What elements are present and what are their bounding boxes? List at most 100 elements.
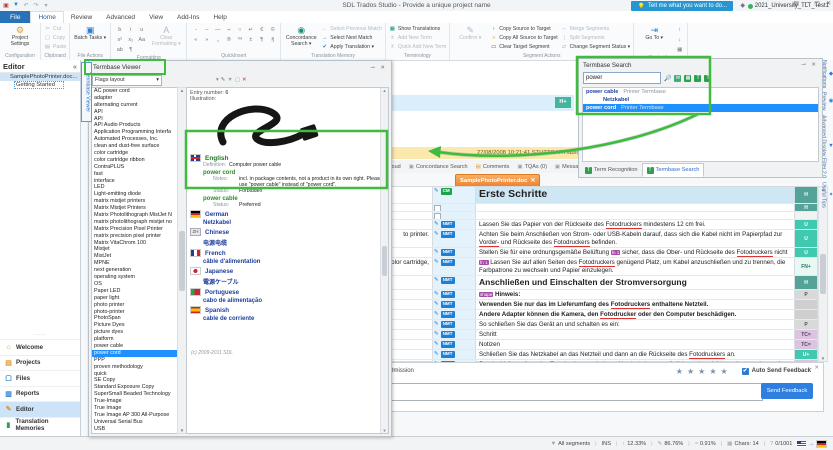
- sidebar-item-translation-memories[interactable]: ▮Translation Memories: [0, 417, 80, 433]
- target-cell[interactable]: Achten Sie beim Anschließen von Strom- o…: [476, 230, 794, 247]
- auto-send-checkbox[interactable]: ✔Auto Send Feedback: [742, 368, 811, 375]
- send-feedback-button[interactable]: Send Feedback: [761, 383, 813, 399]
- term-list-item[interactable]: Light-emitting diode: [92, 191, 178, 198]
- tell-me-box[interactable]: 💡Tell me what you want to do...: [631, 1, 733, 11]
- save-entry-icon[interactable]: ▼: [227, 77, 232, 83]
- term-list-item[interactable]: Paper LED: [92, 288, 178, 295]
- go-to-button[interactable]: ⇥Go To ▾: [637, 24, 671, 42]
- termbase-search-input[interactable]: power: [583, 72, 661, 84]
- term-list-item[interactable]: MistJet: [92, 253, 178, 260]
- search-result-row[interactable]: power cablePrinter Termbase: [583, 88, 818, 96]
- ribbon-tab-view[interactable]: View: [142, 11, 170, 23]
- quick-icon-button[interactable]: b: [114, 25, 125, 35]
- sidebar-item-editor[interactable]: ✎Editor: [0, 401, 80, 417]
- delete-entry-icon[interactable]: ✕: [242, 77, 247, 83]
- term-list-item[interactable]: True Image: [92, 405, 178, 412]
- close-doc-icon[interactable]: ✕: [530, 178, 535, 184]
- entry-term[interactable]: cable de corriente: [203, 316, 388, 322]
- quick-icon-button[interactable]: ↓: [674, 35, 685, 45]
- target-cell[interactable]: Andere Adapter können die Kamera, den Fo…: [476, 310, 794, 319]
- layout-combo[interactable]: Flags layout▾: [92, 75, 162, 86]
- entry-term[interactable]: câble d'alimentation: [203, 259, 388, 265]
- quick-icon-button[interactable]: „: [212, 35, 223, 45]
- apply-translation-button[interactable]: ✔Apply Translation ▾: [321, 43, 382, 51]
- panel-pin-close-icons[interactable]: ⊸ ✕: [801, 62, 818, 68]
- term-list-item[interactable]: API: [92, 116, 178, 123]
- quick-icon-button[interactable]: ©: [267, 25, 278, 35]
- term-list-item[interactable]: ContraPLUS: [92, 164, 178, 171]
- clear-formatting-button[interactable]: AClear Formatting ▾: [149, 24, 183, 47]
- term-list-item[interactable]: Automated Processes, Inc.: [92, 136, 178, 143]
- split-segments-button[interactable]: ¦Split Segments: [561, 34, 631, 42]
- quick-icon-button[interactable]: ○: [234, 25, 245, 35]
- entry-term[interactable]: Netzkabel: [203, 220, 388, 226]
- ribbon-tab-advanced[interactable]: Advanced: [99, 11, 142, 23]
- term-list-item[interactable]: Matrix VitaChrom 100: [92, 240, 178, 247]
- target-cell[interactable]: Notizen: [476, 340, 794, 349]
- copy-source-to-target-button[interactable]: ›Copy Source to Target: [490, 25, 557, 33]
- term-list-item[interactable]: photo-printer: [92, 309, 178, 316]
- term-list-item[interactable]: matrix precision pixel printer: [92, 233, 178, 240]
- term-list-item[interactable]: MPNE: [92, 260, 178, 267]
- confirm-button[interactable]: ✎Confirm ▾: [453, 24, 487, 42]
- quick-icon-button[interactable]: —: [212, 25, 223, 35]
- quick-icon-button[interactable]: ¬: [223, 25, 234, 35]
- cut-button[interactable]: ✂Cut: [44, 25, 66, 33]
- target-cell[interactable]: [476, 212, 794, 219]
- target-cell[interactable]: Anschließen und Einschalten der Stromver…: [476, 276, 794, 289]
- entry-scrollbar[interactable]: ▲▼: [380, 88, 388, 433]
- term-list-item[interactable]: PPP: [92, 357, 178, 364]
- tree-item-samplephotoprinter-doc-[interactable]: SamplePhotoPrinter.doc...: [0, 73, 80, 81]
- batch-tasks-button[interactable]: ▣Batch Tasks ▾: [73, 24, 107, 42]
- term-list-item[interactable]: power cable: [92, 343, 178, 350]
- entry-combo-icon[interactable]: ▾: [216, 77, 219, 83]
- term-list-item[interactable]: USB cable: [92, 433, 178, 434]
- target-cell[interactable]: Stellen Sie für eine ordnungsgemäße Belü…: [476, 248, 794, 257]
- term-list-item[interactable]: matrix photolithograph mistjet no: [92, 219, 178, 226]
- quick-icon-button[interactable]: x²: [114, 35, 125, 45]
- target-cell[interactable]: Erste Schritte: [476, 187, 794, 203]
- results-tab-comments[interactable]: ▤Comments: [472, 160, 514, 173]
- change-segment-status-button[interactable]: ▱Change Segment Status ▾: [561, 43, 631, 51]
- term-list-item[interactable]: USB: [92, 426, 178, 433]
- term-list-item[interactable]: Standard Exposure Copy: [92, 384, 178, 391]
- term-list-item[interactable]: power cord: [92, 350, 178, 357]
- term-list-item[interactable]: adapter: [92, 95, 178, 102]
- copy-button[interactable]: ▢Copy: [44, 34, 66, 42]
- copy-all-source-to-target-button[interactable]: »Copy All Source to Target: [490, 34, 557, 42]
- term-list-item[interactable]: interface: [92, 178, 178, 185]
- termbase-add-icon[interactable]: T: [694, 75, 701, 82]
- term-list-item[interactable]: API: [92, 109, 178, 116]
- term-list-item[interactable]: True-Image: [92, 398, 178, 405]
- feedback-pane-controls[interactable]: ⌄ ✕: [808, 365, 819, 371]
- term-list-item[interactable]: platform: [92, 336, 178, 343]
- edit-entry-icon[interactable]: ✎: [221, 77, 226, 83]
- quick-icon-button[interactable]: ±: [245, 35, 256, 45]
- term-list-item[interactable]: clean and dust-free surface: [92, 143, 178, 150]
- quick-icon-button[interactable]: u: [136, 25, 147, 35]
- quick-icon-button[interactable]: x₂: [125, 35, 136, 45]
- ribbon-tab-help[interactable]: Help: [206, 11, 233, 23]
- term-list-item[interactable]: operating system: [92, 274, 178, 281]
- quick-icon-button[interactable]: Aa: [136, 35, 147, 45]
- ribbon-tab-file[interactable]: File: [0, 11, 30, 23]
- sidebar-item-projects[interactable]: ▤Projects: [0, 355, 80, 371]
- side-tab-useful-tips[interactable]: ✦Useful Tips: [821, 182, 833, 208]
- quick-icon-button[interactable]: ‑: [190, 25, 201, 35]
- term-list-item[interactable]: Mistjet: [92, 246, 178, 253]
- show-translations-button[interactable]: ▦Show Translations: [389, 25, 446, 33]
- entry-term[interactable]: cabo de alimentação: [203, 298, 388, 304]
- quick-icon-button[interactable]: –: [201, 25, 212, 35]
- term-list-item[interactable]: OS: [92, 281, 178, 288]
- quick-icon-button[interactable]: ®: [223, 35, 234, 45]
- term-list-item[interactable]: PhotoSpan: [92, 315, 178, 322]
- term-list-item[interactable]: quick: [92, 371, 178, 378]
- paste-button[interactable]: ▤Paste: [44, 43, 66, 51]
- add-new-term-button[interactable]: ±Add New Term: [389, 34, 446, 42]
- term-list-item[interactable]: Matrix Precision Pixel Printer: [92, 226, 178, 233]
- search-icon[interactable]: 🔎: [664, 75, 671, 82]
- target-cell[interactable]: Verwenden Sie nur das im Lieferumfang de…: [476, 300, 794, 309]
- target-cell[interactable]: Lassen Sie das Papier von der Rückseite …: [476, 220, 794, 229]
- panel-tab-term-recognition[interactable]: TTerm Recognition: [581, 163, 642, 177]
- term-list-item[interactable]: proven methodology: [92, 364, 178, 371]
